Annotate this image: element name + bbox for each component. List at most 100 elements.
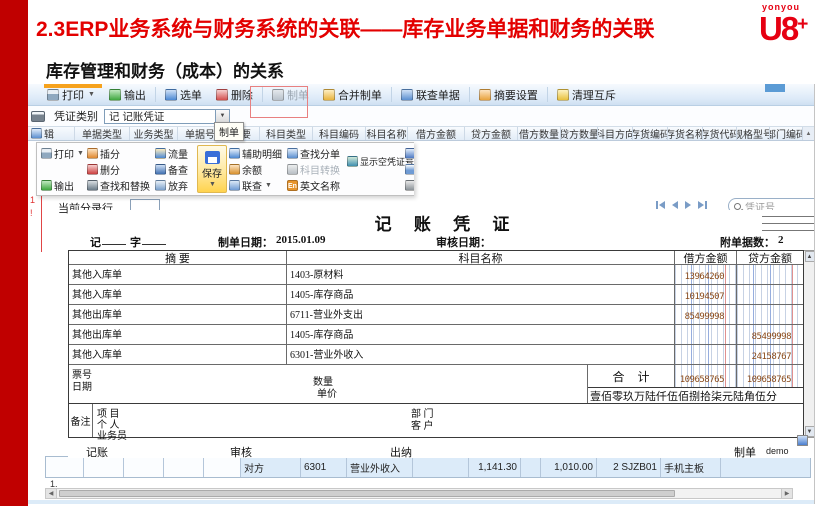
cell-debit [675, 325, 737, 344]
col-subject-dir[interactable]: 科目方向 [598, 127, 633, 140]
col-biz-type[interactable]: 业务类型 [130, 127, 178, 140]
erp-app-window: 打印 ▼ 输出 选单 删除 制单 合并制单 [28, 84, 815, 504]
link-query-docs-button[interactable]: 联查单据 [394, 84, 467, 105]
panel-print-button[interactable]: 打印 ▼ [41, 146, 87, 161]
voucher-class-select[interactable]: 记 记账凭证 [104, 109, 216, 124]
col-dept-code[interactable]: 部门编码 [770, 127, 803, 140]
col-credit-qty[interactable]: 贷方数量 [561, 127, 598, 140]
table-row[interactable]: 其他出库单 6711-营业外支出 85499998 [69, 305, 803, 325]
merge-voucher-icon [323, 89, 335, 101]
merge-voucher-button[interactable]: 合并制单 [316, 84, 389, 105]
cell-account: 1405-库存商品 [287, 285, 675, 304]
printer-icon [31, 111, 45, 122]
cell-credit [737, 285, 803, 304]
nav-next-button[interactable] [685, 201, 691, 209]
scrollbar-thumb[interactable] [59, 490, 675, 497]
export-button[interactable]: 输出 [102, 84, 153, 105]
total-label: 合 计 [588, 365, 675, 387]
logo-u8: U8 [759, 10, 797, 47]
scroll-right-icon[interactable]: ▶ [781, 489, 792, 498]
cell-summary: 其他出库单 [69, 305, 287, 324]
col-inv-name[interactable]: 存货名称 [668, 127, 703, 140]
options-button[interactable]: 选项 [405, 178, 414, 193]
select-doc-button[interactable]: 选单 [158, 84, 209, 105]
col-debit-amount[interactable]: 借方金额 [408, 127, 465, 140]
col-subject-type[interactable]: 科目类型 [260, 127, 313, 140]
find-split-button[interactable]: 查找分单 [287, 146, 347, 161]
nav-prev-button[interactable] [672, 201, 678, 209]
panel-export-button[interactable]: 输出 [41, 178, 87, 193]
horizontal-scrollbar[interactable]: ◀ ▶ [45, 488, 793, 499]
balance-label: 余额 [242, 162, 262, 177]
calendar-button[interactable]: 会计日历 [405, 162, 414, 177]
nav-prev-icon [672, 201, 678, 209]
link-query-icon [229, 180, 240, 191]
nav-first-button[interactable] [656, 201, 665, 209]
flow-label: 流量 [168, 146, 188, 161]
clean-mutex-button[interactable]: 清理互斥 [550, 84, 623, 105]
scroll-left-icon[interactable]: ◀ [46, 489, 57, 498]
abandon-icon [155, 180, 166, 191]
voucher-word-left: 记 [90, 234, 101, 250]
scroll-up-icon[interactable]: ▲ [803, 127, 815, 140]
abandon-button[interactable]: 放弃 [155, 178, 197, 193]
col-inv-code[interactable]: 存货编码 [633, 127, 668, 140]
col-inv-id[interactable]: 存货代码 [703, 127, 737, 140]
table-row[interactable]: 其他入库单 6301-营业外收入 24158767 [69, 345, 803, 365]
grid-cell-price: 1,010.00 [541, 457, 597, 477]
total-row: 合 计 109658765 109658765 [588, 365, 805, 388]
sign-audit-label: 审核 [230, 444, 252, 460]
col-subject-name[interactable]: 科目名称 [366, 127, 408, 140]
save-button[interactable]: 保存 ▼ [197, 145, 227, 193]
summary-settings-button[interactable]: 摘要设置 [472, 84, 545, 105]
col-debit-qty[interactable]: 借方数量 [518, 127, 561, 140]
logo-plus: + [797, 14, 808, 35]
col-doc-type[interactable]: 单据类型 [75, 127, 130, 140]
scroll-up-icon[interactable]: ▲ [805, 251, 815, 262]
total-credit-cell: 109658765 [737, 365, 803, 387]
col-credit: 贷方金额 [737, 251, 803, 264]
audit-date-label: 审核日期： [436, 234, 491, 250]
english-name-button[interactable]: En 英文名称 [287, 178, 347, 193]
subject-convert-label: 科目转换 [300, 162, 340, 177]
col-credit-amount[interactable]: 贷方金额 [465, 127, 518, 140]
balance-button[interactable]: 余额 [229, 162, 287, 177]
col-subject-code[interactable]: 科目编码 [313, 127, 366, 140]
find-replace-button[interactable]: 查找和替换 [87, 178, 155, 193]
table-row[interactable]: 其他入库单 1403-原材料 13964260 [69, 265, 803, 285]
nav-last-button[interactable] [698, 201, 707, 209]
voucher-body: 摘 要 科目名称 借方金额 贷方金额 其他入库单 1403-原材料 139642… [68, 250, 815, 438]
toolbar-separator [391, 87, 392, 102]
calculator-button[interactable]: 计算器 [405, 146, 414, 161]
abandon-label: 放弃 [168, 178, 188, 193]
grid-cell-amount: 1,141.30 [469, 457, 521, 477]
grid-lead-label: 辑 [44, 127, 54, 140]
voucher-scrollbar[interactable]: ▲ ▼ [804, 250, 815, 438]
ticket-qty-area: 票号 日期 数量 单价 [69, 365, 588, 403]
english-name-label: 英文名称 [300, 178, 340, 193]
delete-split-button[interactable]: 删分 [87, 162, 155, 177]
subject-convert-button: 科目转换 [287, 162, 347, 177]
yonyou-logo: yonyou U8+ [759, 3, 825, 45]
show-empty-voucher-no-button[interactable]: 显示空凭证号 [347, 155, 405, 168]
table-row[interactable]: 其他出库单 1405-库存商品 85499998 [69, 325, 803, 345]
flow-button[interactable]: 流量 [155, 146, 197, 161]
aux-detail-label: 辅助明细 [242, 146, 282, 161]
col-label: 科目名称 [367, 127, 407, 140]
cell-debit: 10194507 [675, 285, 737, 304]
col-spec-model[interactable]: 规格型号 [737, 127, 770, 140]
table-row[interactable]: 其他入库单 1405-库存商品 10194507 [69, 285, 803, 305]
aux-detail-button[interactable]: 辅助明细 [229, 146, 287, 161]
note-customer-label: 客 户 [411, 417, 434, 432]
link-query-label: 联查 [242, 178, 262, 193]
col-label: 科目方向 [598, 127, 633, 140]
background-grid-row[interactable]: 对方 6301 营业外收入 1,141.30 1,010.00 2 SJZB01… [45, 456, 811, 478]
english-name-icon: En [287, 180, 298, 191]
sign-made-label: 制单 [734, 444, 756, 460]
insert-split-button[interactable]: 插分 [87, 146, 155, 161]
link-query-button[interactable]: 联查 ▼ [229, 178, 287, 193]
reference-button[interactable]: 备查 [155, 162, 197, 177]
note-salesman-label: 业务员 [97, 427, 127, 442]
select-doc-icon [165, 89, 177, 101]
document-grid-header: 辑 单据类型 业务类型 单据号 摘要 科目类型 科目编码 科目名称 借方金额 贷… [28, 126, 815, 141]
